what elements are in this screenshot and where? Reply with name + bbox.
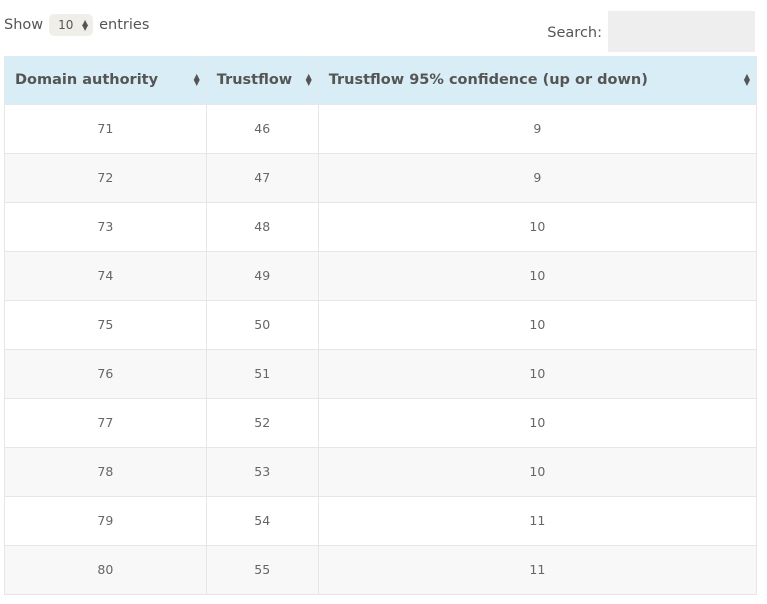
- table-row: 77 52 10: [4, 397, 758, 448]
- column-header-domain-authority[interactable]: Domain authority ▲ ▼: [4, 56, 207, 105]
- column-header-trustflow[interactable]: Trustflow ▲ ▼: [205, 56, 319, 105]
- select-updown-icon: ▲ ▼: [81, 18, 89, 32]
- trustflow-cell: 54: [205, 495, 319, 546]
- trustflow-cell: 49: [205, 250, 319, 301]
- show-label: Show: [4, 17, 44, 33]
- domain-authority-cell: 77: [4, 397, 207, 448]
- domain-authority-cell: 80: [4, 544, 207, 595]
- confidence-cell: 10: [317, 446, 758, 497]
- confidence-cell: 9: [317, 103, 758, 154]
- domain-authority-cell: 73: [4, 201, 207, 252]
- table-row: 72 47 9: [4, 152, 758, 203]
- domain-authority-cell: 72: [4, 152, 207, 203]
- column-header-label: Domain authority: [15, 71, 159, 88]
- sort-both-icon: ▲ ▼: [193, 71, 200, 87]
- trustflow-cell: 50: [205, 299, 319, 350]
- trustflow-cell: 51: [205, 348, 319, 399]
- table-row: 71 46 9: [4, 103, 758, 154]
- table-row: 76 51 10: [4, 348, 758, 399]
- table-row: 74 49 10: [4, 250, 758, 301]
- confidence-cell: 10: [317, 201, 758, 252]
- table-row: 73 48 10: [4, 201, 758, 252]
- search-input[interactable]: [608, 11, 755, 52]
- trustflow-cell: 47: [205, 152, 319, 203]
- table-row: 79 54 11: [4, 495, 758, 546]
- trustflow-cell: 48: [205, 201, 319, 252]
- table-row: 80 55 11: [4, 544, 758, 595]
- search-label: Search:: [547, 24, 602, 41]
- sort-both-icon: ▲ ▼: [305, 71, 312, 87]
- column-header-trustflow-confidence[interactable]: Trustflow 95% confidence (up or down) ▲ ▼: [317, 56, 758, 105]
- domain-authority-cell: 71: [4, 103, 207, 154]
- data-table: Domain authority ▲ ▼ Trustflow ▲ ▼ Trustfl…: [4, 56, 758, 595]
- table-row: 75 50 10: [4, 299, 758, 350]
- entries-label: entries: [99, 17, 150, 33]
- header-row: Domain authority ▲ ▼ Trustflow ▲ ▼ Trustfl…: [4, 56, 758, 105]
- table-row: 78 53 10: [4, 446, 758, 497]
- sort-both-icon: ▲ ▼: [743, 71, 750, 87]
- domain-authority-cell: 74: [4, 250, 207, 301]
- confidence-cell: 10: [317, 250, 758, 301]
- confidence-cell: 10: [317, 299, 758, 350]
- trustflow-cell: 55: [205, 544, 319, 595]
- domain-authority-cell: 78: [4, 446, 207, 497]
- table-body: 71 46 9 72 47 9 73 48 10 74 49 10 75 50 10 76 51 10 77 52 10…: [4, 103, 758, 595]
- trustflow-cell: 52: [205, 397, 319, 448]
- domain-authority-cell: 76: [4, 348, 207, 399]
- domain-authority-cell: 79: [4, 495, 207, 546]
- trustflow-cell: 46: [205, 103, 319, 154]
- confidence-cell: 11: [317, 544, 758, 595]
- column-header-label: Trustflow: [216, 71, 293, 88]
- entries-per-page-select[interactable]: 10 ▲ ▼: [49, 14, 94, 36]
- entries-per-page-value: 10: [58, 18, 74, 32]
- search-control: Search:: [547, 11, 755, 52]
- entries-length-control: Show 10 ▲ ▼ entries: [4, 14, 149, 36]
- table-controls: Show 10 ▲ ▼ entries Search:: [0, 0, 767, 56]
- confidence-cell: 10: [317, 348, 758, 399]
- confidence-cell: 10: [317, 397, 758, 448]
- confidence-cell: 11: [317, 495, 758, 546]
- column-header-label: Trustflow 95% confidence (up or down): [328, 71, 648, 88]
- domain-authority-cell: 75: [4, 299, 207, 350]
- trustflow-cell: 53: [205, 446, 319, 497]
- confidence-cell: 9: [317, 152, 758, 203]
